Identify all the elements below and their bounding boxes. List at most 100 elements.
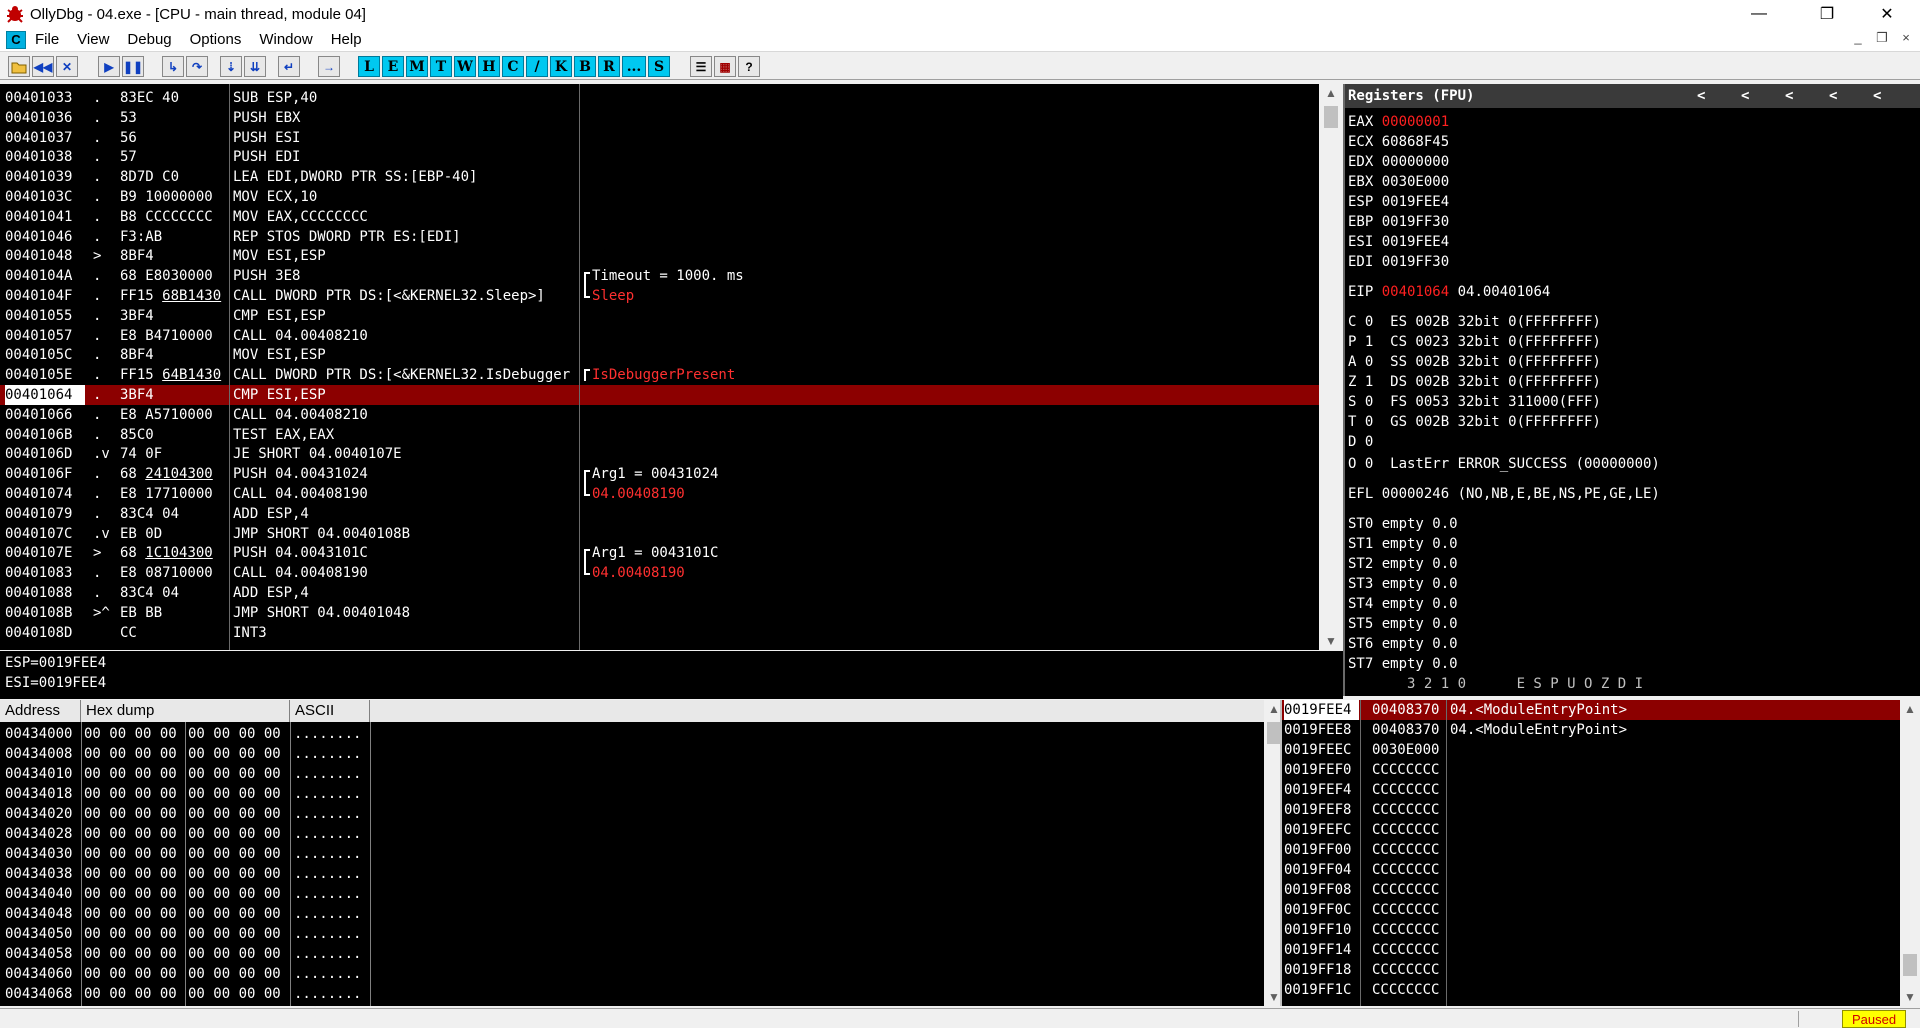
- run-trace-button[interactable]: ...: [622, 56, 646, 77]
- dump-hex[interactable]: 00 00 00 00: [84, 744, 177, 764]
- dump-hex[interactable]: 00 00 00 00: [188, 884, 281, 904]
- fpu-row[interactable]: ST3 empty 0.0: [1348, 574, 1458, 594]
- dump-hex[interactable]: 00 00 00 00: [84, 884, 177, 904]
- disasm-row[interactable]: 0040105C. 8BF4 MOV ESI,ESP: [0, 345, 1319, 365]
- dump-hex[interactable]: 00 00 00 00: [188, 864, 281, 884]
- reg-nav-button[interactable]: <: [1697, 86, 1705, 106]
- dump-ascii[interactable]: ........: [294, 764, 361, 784]
- flag-row[interactable]: Z 1 DS 002B 32bit 0(FFFFFFFF): [1348, 372, 1601, 392]
- dump-hex[interactable]: 00 00 00 00: [188, 984, 281, 1004]
- flag-row[interactable]: P 1 CS 0023 32bit 0(FFFFFFFF): [1348, 332, 1601, 352]
- help-icon[interactable]: ?: [738, 56, 760, 77]
- run-icon[interactable]: ▶: [98, 56, 120, 77]
- step-into-icon[interactable]: ↳: [162, 56, 184, 77]
- address-column-header[interactable]: Address: [0, 700, 81, 722]
- stack-row[interactable]: 0019FF10 CCCCCCCC: [1282, 920, 1900, 940]
- fpu-row[interactable]: ST4 empty 0.0: [1348, 594, 1458, 614]
- dump-hex[interactable]: 00 00 00 00: [188, 944, 281, 964]
- stack-row[interactable]: 0019FF14 CCCCCCCC: [1282, 940, 1900, 960]
- stack-row[interactable]: 0019FEF8 CCCCCCCC: [1282, 800, 1900, 820]
- register-row[interactable]: EBX 0030E000: [1348, 172, 1449, 192]
- dump-address[interactable]: 00434008: [5, 744, 72, 764]
- mdi-minimize-button[interactable]: _: [1848, 30, 1868, 45]
- dump-address[interactable]: 00434000: [5, 724, 72, 744]
- stack-row[interactable]: 0019FEF4 CCCCCCCC: [1282, 780, 1900, 800]
- scroll-up-icon[interactable]: ▲: [1900, 700, 1920, 718]
- disasm-row[interactable]: 0040104F. FF15 68B1430 CALL DWORD PTR DS:[…: [0, 286, 1319, 306]
- dump-address[interactable]: 00434060: [5, 964, 72, 984]
- disasm-row[interactable]: 00401083. E8 08710000 CALL 04.00408190 04.0…: [0, 563, 1319, 583]
- disasm-row[interactable]: 0040104A. 68 E8030000 PUSH 3E8 Timeout = 10…: [0, 266, 1319, 286]
- disassembly-scrollbar[interactable]: ▲ ▼: [1321, 84, 1341, 650]
- disasm-row[interactable]: 0040106B. 85C0 TEST EAX,EAX: [0, 425, 1319, 445]
- menu-window[interactable]: Window: [250, 31, 321, 48]
- reg-nav-button[interactable]: <: [1829, 86, 1837, 106]
- fpu-row[interactable]: ST7 empty 0.0: [1348, 654, 1458, 674]
- dump-ascii[interactable]: ........: [294, 884, 361, 904]
- dump-hex[interactable]: 00 00 00 00: [188, 904, 281, 924]
- efl-row[interactable]: EFL 00000246 (NO,NB,E,BE,NS,PE,GE,LE): [1348, 484, 1660, 504]
- cpu-window-icon[interactable]: C: [6, 30, 26, 49]
- patches-button[interactable]: /: [526, 56, 548, 77]
- disasm-row[interactable]: 00401036. 53 PUSH EBX: [0, 108, 1319, 128]
- dump-hex[interactable]: 00 00 00 00: [84, 764, 177, 784]
- disasm-row[interactable]: 00401041. B8 CCCCCCCC MOV EAX,CCCCCCCC: [0, 207, 1319, 227]
- dump-address[interactable]: 00434038: [5, 864, 72, 884]
- dump-hex[interactable]: 00 00 00 00: [188, 784, 281, 804]
- stack-row[interactable]: 0019FEF0 CCCCCCCC: [1282, 760, 1900, 780]
- disasm-row[interactable]: 0040107C .v EB 0D JMP SHORT 04.0040108B: [0, 524, 1319, 544]
- stack-scrollbar[interactable]: ▲ ▼: [1900, 700, 1920, 1006]
- dump-hex[interactable]: 00 00 00 00: [84, 944, 177, 964]
- scroll-thumb[interactable]: [1324, 106, 1338, 128]
- register-row[interactable]: EAX 00000001: [1348, 112, 1449, 132]
- disasm-row[interactable]: 00401055. 3BF4 CMP ESI,ESP: [0, 306, 1319, 326]
- dump-hex[interactable]: 00 00 00 00: [188, 844, 281, 864]
- dump-hex[interactable]: 00 00 00 00: [84, 724, 177, 744]
- disasm-row[interactable]: 00401033. 83EC 40 SUB ESP,40: [0, 88, 1319, 108]
- registers-pane[interactable]: Registers (FPU) < < < < < EAX 00000001 EC…: [1345, 84, 1920, 696]
- dump-pane[interactable]: Address Hex dump ASCII 00434000 00 00 00 …: [0, 700, 1264, 1006]
- close-button[interactable]: ✕: [1862, 0, 1912, 28]
- dump-hex[interactable]: 00 00 00 00: [84, 984, 177, 1004]
- disasm-row[interactable]: 00401038. 57 PUSH EDI: [0, 147, 1319, 167]
- scroll-thumb[interactable]: [1267, 722, 1281, 744]
- fpu-row[interactable]: ST5 empty 0.0: [1348, 614, 1458, 634]
- disasm-row[interactable]: 00401039. 8D7D C0 LEA EDI,DWORD PTR SS:[EB…: [0, 167, 1319, 187]
- dump-address[interactable]: 00434040: [5, 884, 72, 904]
- scroll-down-icon[interactable]: ▼: [1900, 988, 1920, 1006]
- close-program-icon[interactable]: ✕: [56, 56, 78, 77]
- dump-hex[interactable]: 00 00 00 00: [84, 864, 177, 884]
- menu-file[interactable]: File: [26, 31, 68, 48]
- dump-ascii[interactable]: ........: [294, 724, 361, 744]
- restore-button[interactable]: ❐: [1804, 0, 1850, 28]
- go-to-origin-icon[interactable]: →: [318, 56, 340, 77]
- disasm-row[interactable]: 0040103C. B9 10000000 MOV ECX,10: [0, 187, 1319, 207]
- flag-row[interactable]: A 0 SS 002B 32bit 0(FFFFFFFF): [1348, 352, 1601, 372]
- stack-row[interactable]: 0019FF1C CCCCCCCC: [1282, 980, 1900, 1000]
- disasm-row[interactable]: 00401066. E8 A5710000 CALL 04.00408210: [0, 405, 1319, 425]
- cpu-button[interactable]: C: [502, 56, 524, 77]
- dump-ascii[interactable]: ........: [294, 964, 361, 984]
- disasm-row[interactable]: 0040106D .v 74 0F JE SHORT 04.0040107E: [0, 444, 1319, 464]
- disasm-row[interactable]: 00401074. E8 17710000 CALL 04.00408190 04.0…: [0, 484, 1319, 504]
- dump-address[interactable]: 00434050: [5, 924, 72, 944]
- menu-options[interactable]: Options: [181, 31, 251, 48]
- dump-hex[interactable]: 00 00 00 00: [84, 964, 177, 984]
- dump-address[interactable]: 00434058: [5, 944, 72, 964]
- flag-row[interactable]: C 0 ES 002B 32bit 0(FFFFFFFF): [1348, 312, 1601, 332]
- disasm-row[interactable]: 00401064. 3BF4 CMP ESI,ESP: [0, 385, 1319, 405]
- dump-ascii[interactable]: ........: [294, 824, 361, 844]
- stack-row[interactable]: 0019FF04 CCCCCCCC: [1282, 860, 1900, 880]
- flag-row[interactable]: S 0 FS 0053 32bit 311000(FFF): [1348, 392, 1601, 412]
- dump-hex[interactable]: 00 00 00 00: [188, 724, 281, 744]
- memory-map-button[interactable]: M: [406, 56, 428, 77]
- stack-row[interactable]: 0019FF00 CCCCCCCC: [1282, 840, 1900, 860]
- disasm-row[interactable]: 0040107E >68 1C104300 PUSH 04.0043101C Arg1…: [0, 543, 1319, 563]
- dump-ascii[interactable]: ........: [294, 944, 361, 964]
- call-stack-button[interactable]: K: [550, 56, 572, 77]
- hex-column-header[interactable]: Hex dump: [81, 700, 290, 722]
- dump-ascii[interactable]: ........: [294, 744, 361, 764]
- stack-row[interactable]: 0019FEEC 0030E000: [1282, 740, 1900, 760]
- reg-nav-button[interactable]: <: [1873, 86, 1881, 106]
- ascii-column-header[interactable]: ASCII: [290, 700, 370, 722]
